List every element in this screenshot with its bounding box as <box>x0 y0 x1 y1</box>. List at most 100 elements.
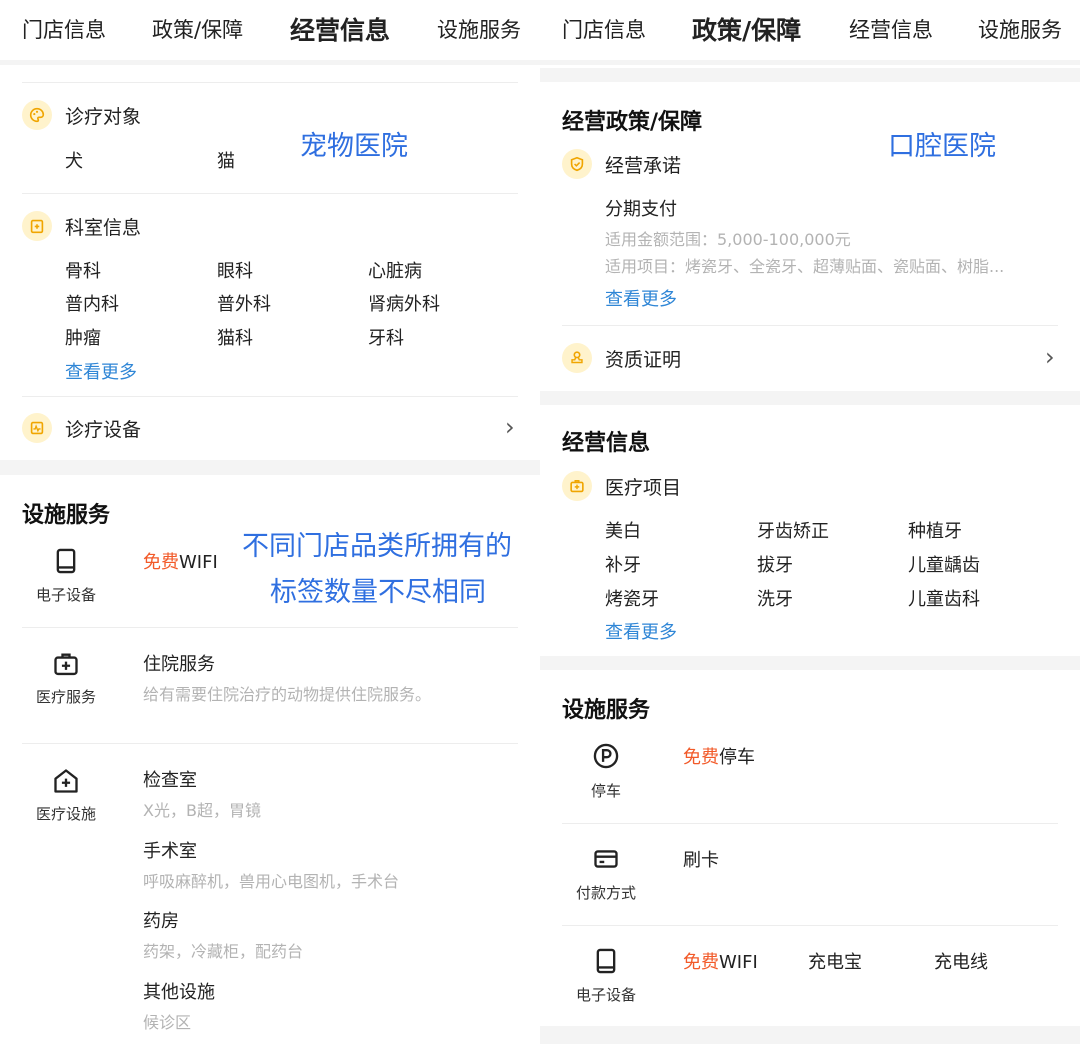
wifi-tag: 免费WIFI <box>143 548 218 574</box>
card-icon <box>591 844 621 874</box>
annotation-pet-hospital: 宠物医院 <box>300 131 408 162</box>
medical-facility-caption: 医疗设施 <box>35 805 96 823</box>
powerbank-item: 充电宝 <box>808 952 862 973</box>
section-gap <box>540 1026 1080 1044</box>
medical-item: 烤瓷牙 <box>605 589 659 610</box>
dept-item: 普内科 <box>65 294 119 315</box>
target-item: 犬 <box>65 151 83 172</box>
facility-item-desc: 候诊区 <box>143 1013 192 1032</box>
wifi-tag: 免费WIFI <box>683 948 758 974</box>
dept-more-link[interactable]: 查看更多 <box>65 358 137 384</box>
annotation-dental-hospital: 口腔医院 <box>888 131 996 162</box>
medkit-icon <box>51 649 81 679</box>
facility-item-title: 其他设施 <box>143 982 215 1003</box>
promise-name: 分期支付 <box>605 199 677 220</box>
tab-business-info[interactable]: 经营信息 <box>849 14 933 44</box>
divider <box>562 823 1058 824</box>
promise-label: 经营承诺 <box>605 155 682 177</box>
tab-bar: 门店信息 政策/保障 经营信息 设施服务 <box>540 0 1080 60</box>
promise-more-link[interactable]: 查看更多 <box>605 285 677 311</box>
divider <box>22 82 518 83</box>
divider <box>562 925 1058 926</box>
tab-policy[interactable]: 政策/保障 <box>152 14 243 44</box>
tab-facility[interactable]: 设施服务 <box>978 14 1062 44</box>
target-label: 诊疗对象 <box>65 106 142 128</box>
dept-item: 普外科 <box>217 294 271 315</box>
tablet-icon <box>591 946 621 976</box>
medical-item: 洗牙 <box>757 589 793 610</box>
facility-item-title: 检查室 <box>143 770 197 791</box>
electronics-caption: 电子设备 <box>35 586 96 604</box>
medical-item: 补牙 <box>605 555 641 576</box>
dept-item: 猫科 <box>217 328 253 349</box>
parking-label: 停车 <box>719 747 755 768</box>
facility-item-desc: 呼吸麻醉机，兽用心电图机，手术台 <box>143 872 400 891</box>
annotation-diff-line2: 标签数量不尽相同 <box>270 577 486 608</box>
free-badge: 免费 <box>683 952 719 973</box>
free-badge: 免费 <box>683 747 719 768</box>
medical-more-link[interactable]: 查看更多 <box>605 618 677 644</box>
business-title: 经营信息 <box>562 431 651 456</box>
facility-title: 设施服务 <box>562 698 651 723</box>
parking-caption: 停车 <box>590 782 621 800</box>
target-item: 猫 <box>217 151 235 172</box>
dept-item: 眼科 <box>217 261 253 282</box>
dept-item: 心脏病 <box>368 261 422 282</box>
shield-icon <box>562 149 592 179</box>
tab-store-info[interactable]: 门店信息 <box>562 14 646 44</box>
facility-item-title: 手术室 <box>143 841 197 862</box>
medical-item: 拔牙 <box>757 555 793 576</box>
tab-facility[interactable]: 设施服务 <box>437 14 521 44</box>
promise-projects: 适用项目：烤瓷牙、全瓷牙、超薄贴面、瓷贴面、树脂... <box>605 257 1005 276</box>
divider <box>0 60 540 65</box>
stamp-icon <box>562 343 592 373</box>
chevron-right-icon[interactable]: › <box>505 413 515 441</box>
tab-business-info[interactable]: 经营信息 <box>290 11 391 47</box>
facility-item-desc: X光，B超，胃镜 <box>143 801 261 820</box>
dept-item: 肿瘤 <box>65 328 101 349</box>
tablet-icon <box>51 546 81 576</box>
medical-service-caption: 医疗服务 <box>35 688 96 706</box>
facility-item-desc: 药架，冷藏柜，配药台 <box>143 942 304 961</box>
divider <box>22 193 518 194</box>
section-gap <box>540 656 1080 670</box>
pet-hospital-panel: 门店信息 政策/保障 经营信息 设施服务 诊疗对象 犬 猫 宠物医院 科室信息 … <box>0 0 540 1044</box>
dental-hospital-panel: 门店信息 政策/保障 经营信息 设施服务 经营政策/保障 口腔医院 经营承诺 分… <box>540 0 1080 1044</box>
qualification-label[interactable]: 资质证明 <box>605 345 681 372</box>
parking-icon <box>591 741 621 771</box>
medical-item: 儿童齿科 <box>908 589 980 610</box>
dept-item: 牙科 <box>368 328 404 349</box>
divider <box>562 325 1058 326</box>
dept-item: 骨科 <box>65 261 101 282</box>
facility-title: 设施服务 <box>22 503 111 528</box>
section-gap <box>540 68 1080 82</box>
section-gap <box>540 391 1080 405</box>
inpatient-desc: 给有需要住院治疗的动物提供住院服务。 <box>143 685 432 704</box>
payment-caption: 付款方式 <box>575 884 636 902</box>
inpatient-title: 住院服务 <box>143 654 215 675</box>
department-icon <box>22 211 52 241</box>
medical-item: 美白 <box>605 521 641 542</box>
dept-label: 科室信息 <box>65 217 142 239</box>
electronics-caption: 电子设备 <box>575 986 636 1004</box>
free-badge: 免费 <box>143 552 179 573</box>
divider <box>22 396 518 397</box>
tab-store-info[interactable]: 门店信息 <box>22 14 106 44</box>
annotation-diff-line1: 不同门店品类所拥有的 <box>242 531 512 562</box>
equipment-icon <box>22 413 52 443</box>
tab-policy[interactable]: 政策/保障 <box>692 11 802 47</box>
equipment-label[interactable]: 诊疗设备 <box>65 415 141 442</box>
medical-items-label: 医疗项目 <box>605 477 682 499</box>
chevron-right-icon[interactable]: › <box>1045 343 1055 371</box>
promise-range: 适用金额范围：5,000-100,000元 <box>605 230 851 249</box>
medkit-icon <box>562 471 592 501</box>
medical-item: 儿童龋齿 <box>908 555 980 576</box>
payment-item: 刷卡 <box>683 850 719 871</box>
medical-item: 牙齿矫正 <box>757 521 829 542</box>
divider <box>22 627 518 628</box>
divider <box>22 743 518 744</box>
wifi-label: WIFI <box>719 952 758 973</box>
wifi-label: WIFI <box>179 552 218 573</box>
dept-item: 肾病外科 <box>368 294 440 315</box>
parking-tag: 免费停车 <box>683 743 755 769</box>
